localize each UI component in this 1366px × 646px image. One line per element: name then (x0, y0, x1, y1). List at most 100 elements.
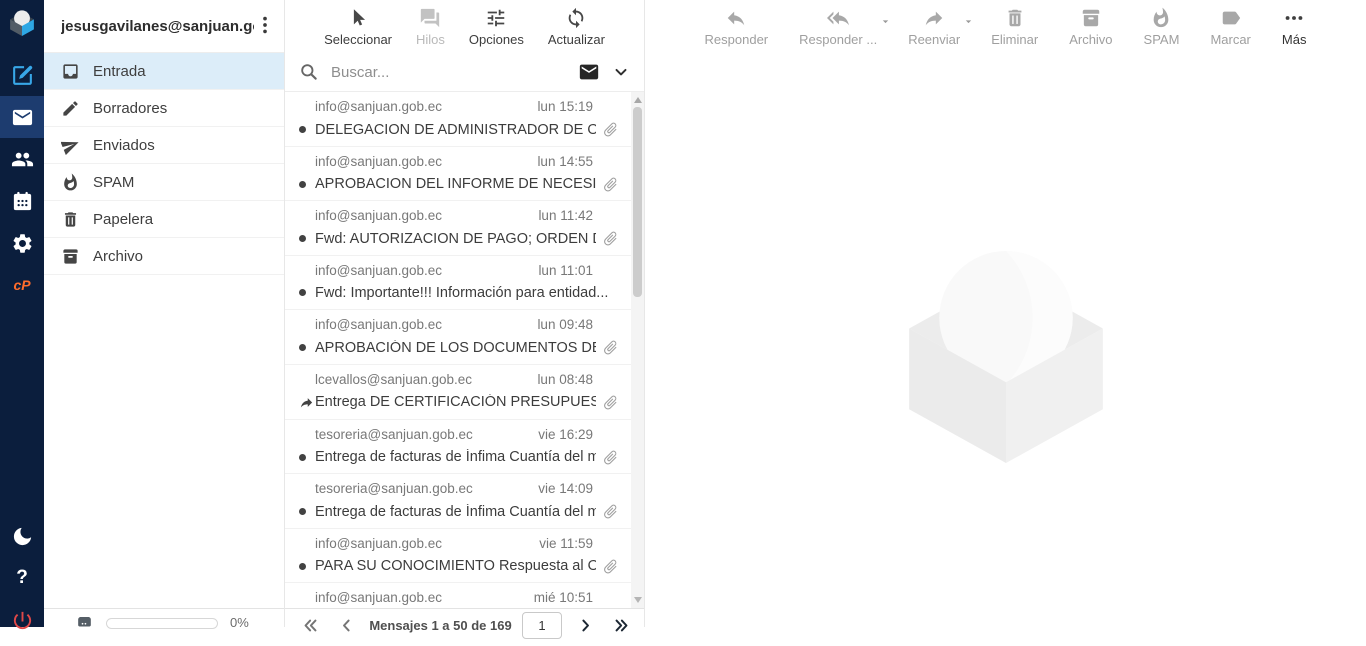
unread-dot (299, 453, 306, 461)
account-email: jesusgavilanes@sanjuan.gob.... (61, 17, 254, 35)
app-logo[interactable] (0, 0, 44, 44)
reply-button[interactable]: Responder (696, 0, 778, 53)
flame-icon (1154, 7, 1169, 28)
refresh-button[interactable]: Actualizar (539, 0, 614, 53)
cursor-icon (353, 9, 366, 26)
scrollbar-down-arrow[interactable] (634, 597, 642, 603)
message-row[interactable]: info@sanjuan.gob.ec lun 14:55 APROBACION D… (285, 147, 631, 202)
toolbar-button-label: Más (1281, 32, 1307, 47)
toolbar-button-label: Hilos (416, 32, 445, 47)
message-row[interactable]: info@sanjuan.gob.ec lun 11:01 Fwd: Importa… (285, 256, 631, 311)
app-taskmenu: cP ? (0, 0, 44, 629)
unread-dot (299, 235, 306, 243)
message-subject: Entrega DE CERTIFICACIÓN PRESUPUESTA... (315, 394, 596, 411)
message-sender: info@sanjuan.gob.ec (315, 317, 443, 333)
roundcube-watermark-logo (908, 250, 1103, 463)
unread-dot (299, 289, 306, 297)
message-subject: DELEGACION DE ADMINISTRADOR DE ORD... (315, 121, 596, 138)
folder-item-papelera[interactable]: Papelera (44, 201, 284, 238)
power-icon (13, 611, 31, 629)
message-sender: info@sanjuan.gob.ec (315, 590, 443, 606)
next-page-button[interactable] (572, 612, 598, 638)
message-row[interactable]: tesoreria@sanjuan.gob.ec vie 16:29 Entrega… (285, 420, 631, 475)
message-sender: lcevallos@sanjuan.gob.ec (315, 371, 473, 387)
reply-all-button[interactable]: Responder ... (790, 0, 889, 53)
page-number-input[interactable] (522, 612, 562, 639)
taskmenu-logout[interactable] (0, 599, 44, 641)
last-page-button[interactable] (608, 612, 634, 638)
scrollbar-thumb[interactable] (633, 107, 642, 297)
message-row[interactable]: info@sanjuan.gob.ec mié 10:51 (285, 583, 631, 608)
folder-item-enviados[interactable]: Enviados (44, 127, 284, 164)
spam-button[interactable]: SPAM (1135, 0, 1189, 53)
mark-button[interactable]: Marcar (1201, 0, 1259, 53)
message-row[interactable]: info@sanjuan.gob.ec vie 11:59 PARA SU CONO… (285, 529, 631, 584)
taskmenu-contacts[interactable] (0, 138, 44, 180)
chevrons-left-icon (304, 619, 316, 631)
calendar-icon (13, 191, 31, 210)
taskmenu-mail[interactable] (0, 96, 44, 138)
message-row[interactable]: info@sanjuan.gob.ec lun 11:42 Fwd: AUTORIZ… (285, 201, 631, 256)
flame-icon (64, 173, 77, 190)
search-icon (301, 64, 317, 80)
send-icon (61, 141, 79, 155)
message-subject: Fwd: Importante!!! Información para enti… (315, 284, 609, 301)
first-page-button[interactable] (297, 612, 323, 638)
message-row[interactable]: lcevallos@sanjuan.gob.ec lun 08:48 Entrega… (285, 365, 631, 420)
taskmenu-settings[interactable] (0, 222, 44, 264)
scrollbar-up-arrow[interactable] (634, 97, 642, 103)
more-button[interactable]: Más (1273, 0, 1316, 53)
tune-icon (488, 9, 505, 27)
list-toolbar: Seleccionar Hilos Opciones Actualizar (285, 0, 644, 53)
toolbar-button-label: Responder (704, 32, 769, 47)
message-status (299, 235, 315, 243)
message-time: lun 15:19 (537, 99, 593, 114)
unread-dot (299, 344, 306, 352)
folder-label: Papelera (93, 210, 154, 228)
taskmenu-dark-mode[interactable] (0, 515, 44, 557)
message-row[interactable]: info@sanjuan.gob.ec lun 09:48 APROBACIÓN D… (285, 310, 631, 365)
prev-page-button[interactable] (333, 612, 359, 638)
archive-button[interactable]: Archivo (1060, 0, 1121, 53)
threads-button[interactable]: Hilos (407, 0, 454, 53)
message-subject: APROBACIÓN DE LOS DOCUMENTOS DE LA... (315, 339, 596, 356)
pencil-icon (63, 100, 78, 116)
attachment-icon (604, 177, 617, 191)
attachment-icon (604, 450, 617, 464)
taskmenu-calendar[interactable] (0, 180, 44, 222)
message-row[interactable]: tesoreria@sanjuan.gob.ec vie 14:09 Entrega… (285, 474, 631, 529)
pagination-label: Mensajes 1 a 50 de 169 (369, 618, 512, 633)
message-status (299, 126, 315, 133)
message-subject: PARA SU CONOCIMIENTO Respuesta al Ofi... (315, 558, 596, 575)
message-status (299, 344, 315, 352)
unread-dot (299, 126, 306, 133)
folder-item-spam[interactable]: SPAM (44, 164, 284, 201)
message-subject: APROBACION DEL INFORME DE NECESIDA... (315, 176, 596, 193)
taskmenu-help[interactable]: ? (0, 557, 44, 599)
forward-button[interactable]: Reenviar (899, 0, 972, 53)
delete-button[interactable]: Eliminar (982, 0, 1047, 53)
trash-icon (1008, 9, 1022, 27)
message-time: vie 11:59 (539, 535, 593, 551)
scrollbar[interactable] (631, 92, 644, 608)
chevron-left-icon (342, 619, 350, 631)
folder-item-borradores[interactable]: Borradores (44, 90, 284, 127)
taskmenu-cpanel[interactable]: cP (0, 264, 44, 306)
taskmenu-compose[interactable] (0, 54, 44, 96)
search-input[interactable] (329, 62, 568, 82)
message-status (299, 395, 315, 410)
options-button[interactable]: Opciones (460, 0, 533, 53)
search-scope-mail-icon[interactable] (578, 61, 600, 83)
attachment-icon (604, 504, 617, 519)
folder-item-entrada[interactable]: Entrada (44, 53, 284, 90)
toolbar-button-label: Seleccionar (324, 32, 393, 47)
search-options-chevron-down-icon[interactable] (612, 63, 630, 81)
kebab-menu-button[interactable] (254, 14, 276, 38)
message-time: lun 09:48 (537, 317, 593, 333)
message-row[interactable]: info@sanjuan.gob.ec lun 15:19 DELEGACION D… (285, 92, 631, 147)
message-time: mié 10:51 (533, 590, 593, 606)
folder-item-archivo[interactable]: Archivo (44, 238, 284, 275)
chevrons-right-icon (615, 619, 627, 631)
select-button[interactable]: Seleccionar (315, 0, 401, 53)
chat-icon (421, 8, 440, 28)
